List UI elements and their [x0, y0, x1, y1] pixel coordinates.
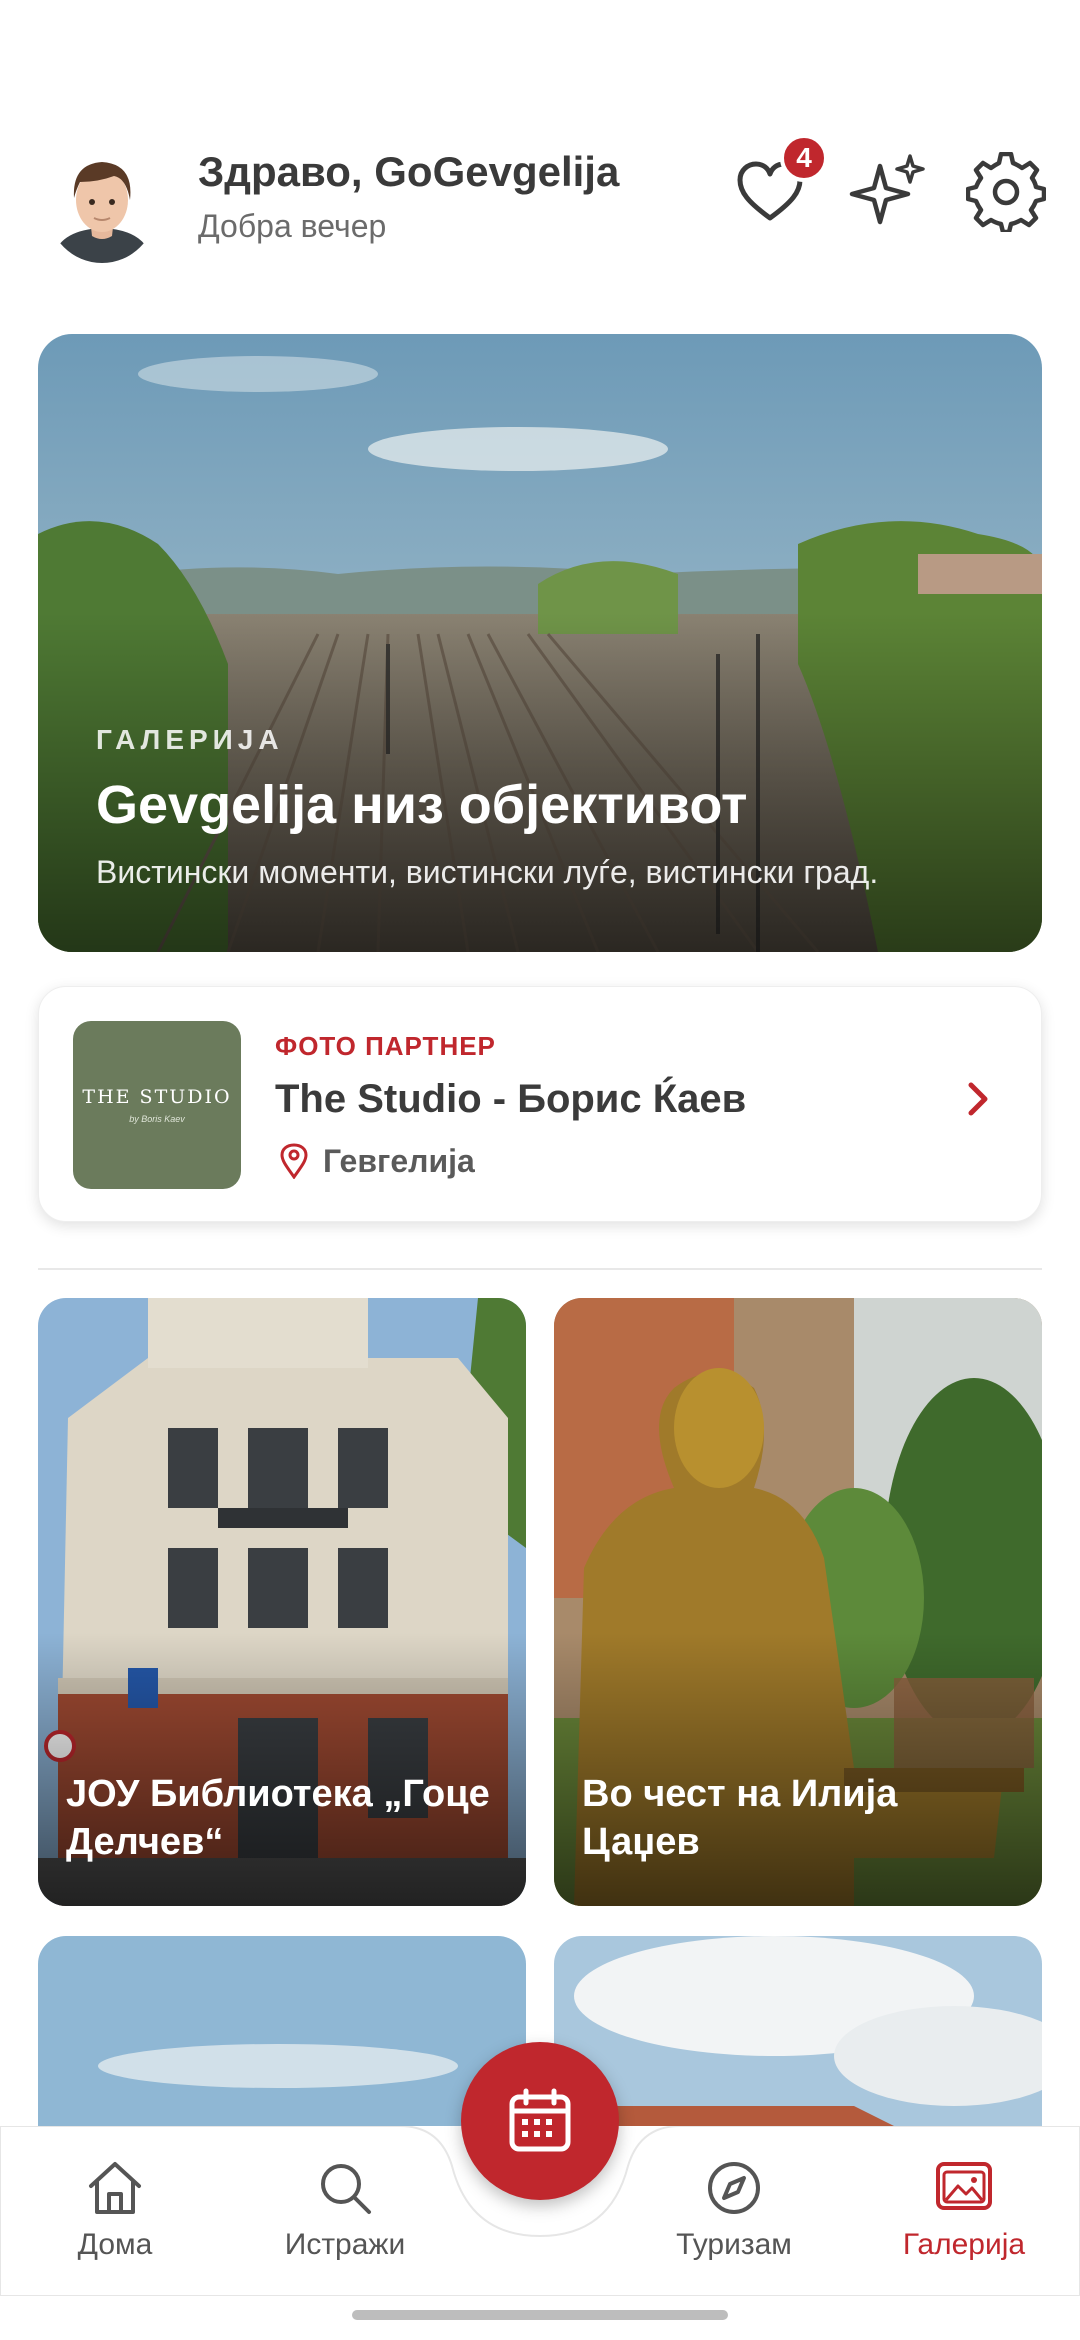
hero-kicker: ГАЛЕРИЈА	[96, 724, 284, 755]
section-divider	[38, 1268, 1042, 1270]
gallery-tile[interactable]: ЈОУ Библиотека „Гоце Делчев“	[38, 1298, 526, 1906]
sparkles-icon[interactable]	[846, 152, 926, 232]
compass-icon	[708, 2162, 760, 2214]
hero-subtitle: Вистински моменти, вистински луѓе, висти…	[96, 854, 879, 890]
hero-title: Gevgelija низ објективот	[96, 775, 748, 835]
nav-item-gallery[interactable]: Галерија	[864, 2156, 1064, 2262]
greeting-title: Здраво, GoGevgelija	[198, 148, 620, 195]
favorites-badge: 4	[780, 134, 828, 182]
app-header: Здраво, GoGevgelija Добра вечер 4	[0, 0, 1080, 300]
nav-label: Дома	[77, 2228, 153, 2261]
partner-name: The Studio - Борис Ќаев	[275, 1077, 747, 1121]
tile-title: Во чест на Илија Цаџев	[582, 1773, 898, 1863]
avatar[interactable]	[48, 148, 156, 263]
gallery-hero-banner[interactable]: ГАЛЕРИЈА Gevgelija низ објективот Вистин…	[38, 334, 1042, 952]
location-pin-icon	[279, 1143, 309, 1180]
partner-logo: THE STUDIO by Boris Kaev	[73, 1021, 241, 1189]
tile-title: ЈОУ Библиотека „Гоце Делчев“	[66, 1773, 490, 1863]
home-indicator[interactable]	[352, 2310, 728, 2320]
photo-partner-card[interactable]: THE STUDIO by Boris Kaev ФОТО ПАРТНЕР Th…	[38, 986, 1042, 1222]
nav-item-explore[interactable]: Истражи	[245, 2156, 445, 2262]
nav-item-home[interactable]: Дома	[15, 2156, 215, 2262]
partner-location: Гевгелија	[323, 1143, 475, 1179]
nav-label: Истражи	[284, 2228, 406, 2261]
gallery-icon	[936, 2162, 992, 2210]
calendar-fab-button[interactable]	[461, 2042, 619, 2200]
partner-kicker: ФОТО ПАРТНЕР	[275, 1031, 496, 1061]
gallery-tile[interactable]: Во чест на Илија Цаџев	[554, 1298, 1042, 1906]
calendar-icon	[509, 2088, 571, 2152]
home-icon	[89, 2162, 141, 2214]
nav-label: Туризам	[676, 2228, 792, 2261]
search-icon	[321, 2164, 371, 2214]
nav-item-tourism[interactable]: Туризам	[634, 2156, 834, 2262]
nav-label: Галерија	[902, 2228, 1026, 2261]
chevron-right-icon[interactable]	[959, 1069, 999, 1129]
gear-icon[interactable]	[965, 151, 1047, 235]
greeting-subtitle: Добра вечер	[198, 208, 387, 244]
